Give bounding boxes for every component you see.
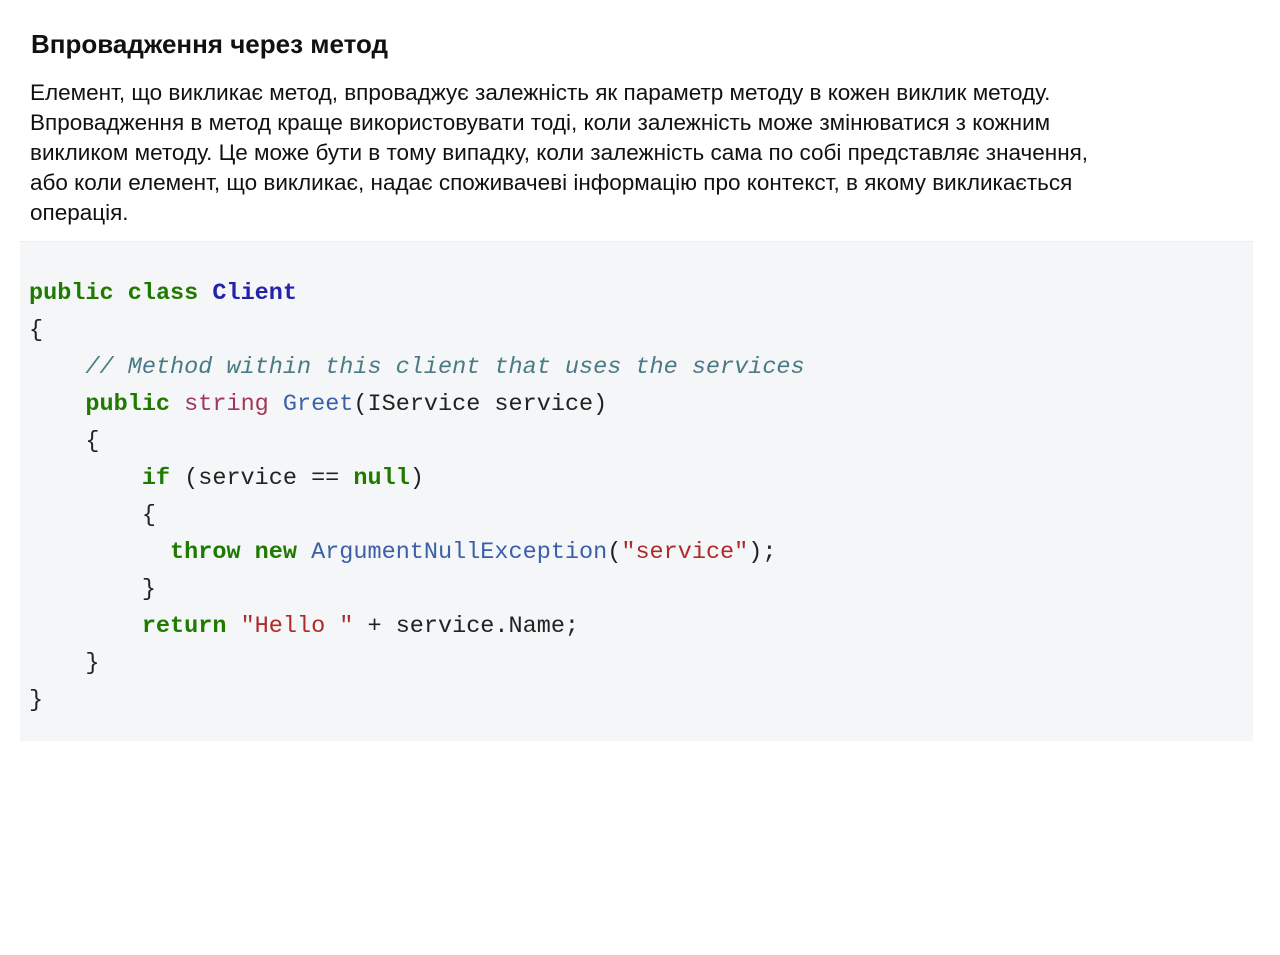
method-name: Greet — [282, 391, 354, 418]
open-brace: { — [141, 502, 156, 529]
keyword-public: public — [29, 280, 114, 307]
code-line-1: public class Client — [29, 275, 805, 312]
close-brace: } — [85, 650, 100, 677]
keyword-throw: throw — [170, 539, 241, 566]
code-block: public class Client { // Method within th… — [29, 275, 805, 719]
open-brace: { — [29, 317, 44, 344]
section-heading: Впровадження через метод — [31, 29, 389, 59]
keyword-return: return — [141, 613, 227, 640]
code-line-3: // Method within this client that uses t… — [29, 349, 805, 386]
class-name: Client — [212, 280, 297, 307]
description-paragraph: Елемент, що викликає метод, впроваджує з… — [30, 78, 1260, 228]
type-string: string — [184, 391, 269, 418]
code-line-2: { — [29, 312, 805, 349]
paragraph-line: операція. — [30, 200, 129, 225]
paragraph-line: Елемент, що викликає метод, впроваджує з… — [30, 80, 1051, 105]
close-paren: ); — [748, 539, 777, 566]
string-literal: "service" — [621, 539, 749, 566]
code-line-4: public string Greet(IService service) — [29, 386, 805, 423]
code-line-5: { — [29, 423, 805, 460]
code-line-11: } — [29, 645, 805, 682]
document-page: Впровадження через метод Елемент, що вик… — [0, 0, 1280, 955]
keyword-null: null — [353, 465, 410, 492]
keyword-new: new — [254, 539, 297, 566]
open-paren: ( — [607, 539, 622, 566]
close-paren: ) — [409, 465, 424, 492]
string-literal: "Hello " — [240, 613, 354, 640]
exception-class: ArgumentNullException — [311, 539, 608, 566]
close-brace: } — [141, 576, 156, 603]
code-line-12: } — [29, 682, 805, 719]
open-brace: { — [85, 428, 100, 455]
code-line-10: return "Hello " + service.Name; — [29, 608, 805, 645]
code-line-8: throw new ArgumentNullException("service… — [29, 534, 805, 571]
method-params: (IService service) — [353, 391, 608, 418]
paragraph-line: викликом методу. Це може бути в тому вип… — [30, 140, 1089, 165]
code-line-9: } — [29, 571, 805, 608]
return-expression: + service.Name; — [353, 613, 580, 640]
close-brace: } — [29, 687, 44, 714]
code-comment: // Method within this client that uses t… — [85, 354, 805, 381]
paragraph-line: або коли елемент, що викликає, надає спо… — [30, 170, 1073, 195]
code-line-6: if (service == null) — [29, 460, 805, 497]
keyword-if: if — [141, 465, 171, 492]
code-line-7: { — [29, 497, 805, 534]
keyword-class: class — [127, 280, 199, 307]
paragraph-line: Впровадження в метод краще використовува… — [30, 110, 1051, 135]
condition-text: (service == — [170, 465, 354, 492]
keyword-public: public — [85, 391, 171, 418]
